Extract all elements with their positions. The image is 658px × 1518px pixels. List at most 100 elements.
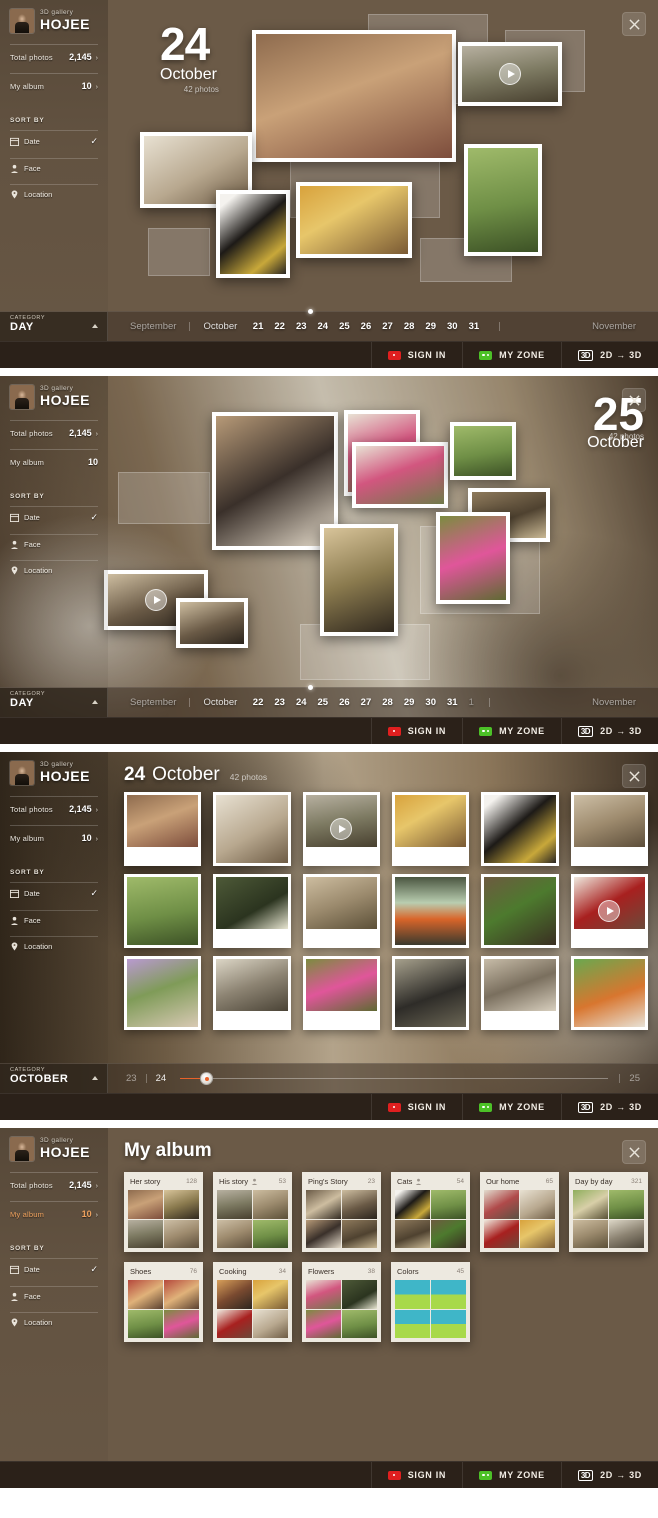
sort-item-face[interactable]: Face: [10, 158, 98, 178]
grid-photo[interactable]: [124, 874, 202, 948]
timeline-month-current[interactable]: October: [193, 321, 247, 332]
grid-photo[interactable]: [392, 874, 470, 948]
view-mode-toggle[interactable]: 3D 2D → 3D: [560, 718, 658, 744]
my-zone-button[interactable]: MY ZONE: [462, 1462, 561, 1488]
sort-item-date[interactable]: Date ✓: [10, 130, 98, 152]
slider-label-right[interactable]: 25: [623, 1073, 646, 1084]
stat-my-album[interactable]: My album 10 ›: [10, 1201, 98, 1219]
slider-track[interactable]: [180, 1072, 609, 1085]
timeline-slider[interactable]: CATEGORY OCTOBER 23 24 25: [0, 1063, 658, 1093]
timeline[interactable]: CATEGORY DAY September October 21 22 23 …: [0, 309, 658, 341]
timeline-day[interactable]: 23: [290, 321, 312, 332]
timeline-day[interactable]: 22: [269, 321, 291, 332]
photo-card[interactable]: [352, 442, 448, 508]
sort-item-face[interactable]: Face: [10, 534, 98, 554]
timeline-day[interactable]: 26: [334, 697, 356, 708]
grid-photo[interactable]: [570, 956, 648, 1030]
brand[interactable]: 3D gallery HOJEE: [10, 9, 98, 33]
sort-item-location[interactable]: Location: [10, 560, 98, 580]
timeline-day[interactable]: 30: [441, 321, 463, 332]
sort-item-date[interactable]: Date ✓: [10, 882, 98, 904]
stat-my-album[interactable]: My album 10: [10, 449, 98, 467]
album-card[interactable]: Cooking 34: [213, 1262, 292, 1342]
photo-card[interactable]: [464, 144, 542, 256]
timeline-day[interactable]: 29: [398, 697, 420, 708]
close-button[interactable]: [622, 12, 646, 36]
timeline-day[interactable]: 31: [441, 697, 463, 708]
grid-photo[interactable]: [302, 874, 380, 948]
timeline-day[interactable]: 25: [334, 321, 356, 332]
timeline-day[interactable]: 1: [463, 697, 479, 708]
slider-label-current[interactable]: 24: [150, 1073, 173, 1084]
grid-photo[interactable]: [570, 792, 648, 866]
grid-photo[interactable]: [392, 956, 470, 1030]
album-card[interactable]: Her story 128: [124, 1172, 203, 1252]
album-card[interactable]: His story 53: [213, 1172, 292, 1252]
timeline-day[interactable]: 24: [290, 697, 312, 708]
stat-total-photos[interactable]: Total photos 2,145 ›: [10, 796, 98, 814]
sort-item-location[interactable]: Location: [10, 1312, 98, 1332]
timeline-month-next[interactable]: November: [582, 697, 646, 708]
my-zone-button[interactable]: MY ZONE: [462, 718, 561, 744]
timeline-day[interactable]: 21: [247, 321, 269, 332]
album-card[interactable]: Our home 65: [480, 1172, 559, 1252]
timeline-month-prev[interactable]: September: [120, 321, 186, 332]
photo-card[interactable]: [296, 182, 412, 258]
album-card[interactable]: Ping's Story 23: [302, 1172, 381, 1252]
grid-photo[interactable]: [481, 956, 559, 1030]
stat-my-album[interactable]: My album 10 ›: [10, 825, 98, 843]
category-selector[interactable]: CATEGORY DAY: [0, 688, 108, 717]
close-button[interactable]: [622, 1140, 646, 1164]
grid-photo[interactable]: [213, 874, 291, 948]
album-card[interactable]: Shoes 76: [124, 1262, 203, 1342]
sign-in-button[interactable]: SIGN IN: [370, 342, 462, 368]
photo-card[interactable]: [216, 190, 290, 278]
album-card[interactable]: Cats 54: [391, 1172, 470, 1252]
grid-photo[interactable]: [392, 792, 470, 866]
photo-card[interactable]: [436, 512, 510, 604]
timeline-month-next[interactable]: November: [582, 321, 646, 332]
timeline-day[interactable]: 29: [420, 321, 442, 332]
slider-label-left[interactable]: 23: [120, 1073, 143, 1084]
timeline-day[interactable]: 23: [269, 697, 291, 708]
photo-card[interactable]: [320, 524, 398, 636]
sort-item-date[interactable]: Date ✓: [10, 506, 98, 528]
timeline-day[interactable]: 28: [398, 321, 420, 332]
timeline-day[interactable]: 22: [247, 697, 269, 708]
timeline[interactable]: CATEGORY DAY September October 22 23 24 …: [0, 685, 658, 717]
play-icon[interactable]: [499, 63, 521, 85]
album-card[interactable]: Day by day 321: [569, 1172, 648, 1252]
grid-photo[interactable]: [124, 792, 202, 866]
grid-photo[interactable]: [213, 956, 291, 1030]
timeline-month-current[interactable]: October: [193, 697, 247, 708]
view-mode-toggle[interactable]: 3D 2D → 3D: [560, 1094, 658, 1120]
sort-item-face[interactable]: Face: [10, 1286, 98, 1306]
brand[interactable]: 3D gallery HOJEE: [10, 1137, 98, 1161]
grid-photo[interactable]: [302, 956, 380, 1030]
stat-my-album[interactable]: My album 10 ›: [10, 73, 98, 91]
grid-photo[interactable]: [481, 792, 559, 866]
timeline-day[interactable]: 31: [463, 321, 485, 332]
album-card[interactable]: Colors 45: [391, 1262, 470, 1342]
photo-card[interactable]: [176, 598, 248, 648]
timeline-day-selected[interactable]: 24: [312, 321, 334, 332]
timeline-day[interactable]: 28: [377, 697, 399, 708]
grid-photo[interactable]: [124, 956, 202, 1030]
stat-total-photos[interactable]: Total photos 2,145 ›: [10, 420, 98, 438]
grid-photo[interactable]: [213, 792, 291, 866]
brand[interactable]: 3D gallery HOJEE: [10, 385, 98, 409]
my-zone-button[interactable]: MY ZONE: [462, 342, 561, 368]
timeline-day[interactable]: 26: [355, 321, 377, 332]
view-mode-toggle[interactable]: 3D 2D → 3D: [560, 342, 658, 368]
slider-area[interactable]: 23 24 25: [108, 1064, 658, 1093]
photo-card[interactable]: [252, 30, 456, 162]
grid-photo[interactable]: [302, 792, 380, 866]
stat-total-photos[interactable]: Total photos 2,145 ›: [10, 1172, 98, 1190]
sign-in-button[interactable]: SIGN IN: [370, 1094, 462, 1120]
sort-item-date[interactable]: Date ✓: [10, 1258, 98, 1280]
sort-item-location[interactable]: Location: [10, 936, 98, 956]
my-zone-button[interactable]: MY ZONE: [462, 1094, 561, 1120]
timeline-days[interactable]: September October 22 23 24 25 26 27 28 2…: [108, 685, 658, 717]
sort-item-location[interactable]: Location: [10, 184, 98, 204]
timeline-month-prev[interactable]: September: [120, 697, 186, 708]
